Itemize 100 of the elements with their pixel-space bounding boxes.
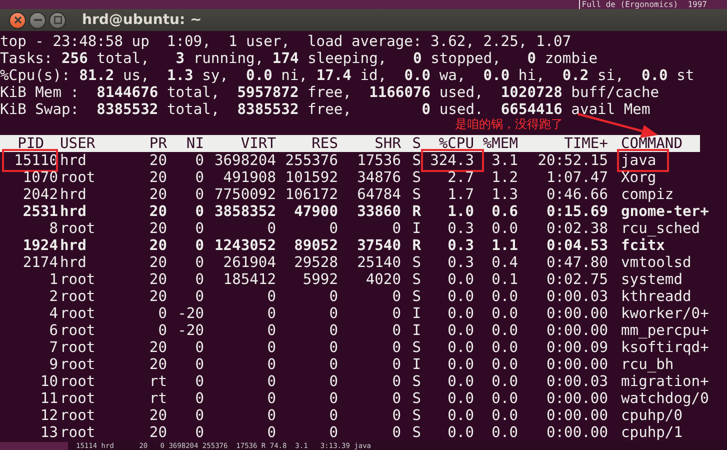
table-cell: 20 bbox=[149, 356, 167, 373]
column-header[interactable]: USER bbox=[60, 135, 96, 152]
table-cell: S bbox=[412, 186, 421, 203]
table-cell: 0.3 bbox=[448, 237, 474, 254]
summary-line: KiB Mem : 8144676 total, 5957872 free, 1166076 used, 1020728 buff/cache bbox=[0, 84, 660, 101]
table-cell: 0 bbox=[195, 186, 204, 203]
table-cell: 0 bbox=[158, 322, 167, 339]
table-cell: cpuhp/1 bbox=[621, 424, 683, 441]
table-cell: 89052 bbox=[294, 237, 338, 254]
table-cell: 0:00.00 bbox=[546, 424, 608, 441]
table-cell: root bbox=[60, 271, 96, 288]
table-cell: 0:46.66 bbox=[546, 186, 608, 203]
table-cell: 0 bbox=[267, 356, 276, 373]
column-header[interactable]: PID bbox=[18, 135, 44, 152]
table-cell: R bbox=[412, 203, 421, 220]
table-cell: root bbox=[60, 169, 96, 186]
table-cell: 0 bbox=[195, 390, 204, 407]
minimize-button[interactable] bbox=[29, 12, 46, 28]
column-header[interactable]: PR bbox=[149, 135, 167, 152]
table-cell: 0 bbox=[329, 373, 338, 390]
table-cell: rcu_bh bbox=[621, 356, 674, 373]
column-header[interactable]: S bbox=[412, 135, 421, 152]
table-cell: 6 bbox=[49, 322, 58, 339]
table-cell: 0:04.53 bbox=[546, 237, 608, 254]
table-cell: 5992 bbox=[302, 271, 338, 288]
table-cell: 20 bbox=[149, 254, 167, 271]
table-cell: 0 bbox=[195, 339, 204, 356]
table-cell: 0:00.00 bbox=[546, 390, 608, 407]
column-header[interactable]: SHR bbox=[374, 135, 401, 152]
table-cell: 64784 bbox=[357, 186, 401, 203]
table-cell: 0 bbox=[267, 288, 276, 305]
table-cell: 0.0 bbox=[448, 424, 474, 441]
table-cell: 2174 bbox=[22, 254, 58, 271]
table-cell: 20 bbox=[149, 169, 167, 186]
table-cell: 101592 bbox=[285, 169, 338, 186]
table-cell: 1 bbox=[49, 271, 58, 288]
table-cell: 106172 bbox=[285, 186, 338, 203]
table-cell: S bbox=[412, 339, 421, 356]
table-cell: root bbox=[60, 407, 96, 424]
table-cell: root bbox=[60, 390, 96, 407]
table-cell: 0 bbox=[392, 322, 401, 339]
table-cell: 0:00.00 bbox=[546, 322, 608, 339]
table-cell: 324.3 bbox=[430, 152, 474, 169]
table-cell: 20 bbox=[149, 271, 167, 288]
table-cell: root bbox=[60, 220, 96, 237]
column-header[interactable]: TIME+ bbox=[564, 135, 608, 152]
table-cell: 2.7 bbox=[448, 169, 474, 186]
table-cell: 3.1 bbox=[492, 152, 518, 169]
close-button[interactable] bbox=[9, 12, 26, 28]
table-cell: 0 bbox=[267, 305, 276, 322]
table-cell: 1070 bbox=[22, 169, 58, 186]
table-cell: 0:02.38 bbox=[546, 220, 608, 237]
column-header[interactable]: %MEM bbox=[482, 135, 518, 152]
table-cell: S bbox=[412, 254, 421, 271]
table-cell: 20 bbox=[149, 186, 167, 203]
table-cell: I bbox=[412, 305, 421, 322]
table-cell: 8 bbox=[49, 220, 58, 237]
table-cell: hrd bbox=[60, 254, 86, 271]
table-cell: 0.4 bbox=[492, 254, 518, 271]
table-cell: 0 bbox=[267, 373, 276, 390]
table-cell: 7750092 bbox=[214, 186, 276, 203]
table-cell: 0 bbox=[329, 356, 338, 373]
table-cell: 0.0 bbox=[448, 322, 474, 339]
table-cell: 0.0 bbox=[448, 305, 474, 322]
table-cell: 0:47.80 bbox=[546, 254, 608, 271]
maximize-button[interactable] bbox=[49, 12, 66, 28]
table-cell: 17536 bbox=[357, 152, 401, 169]
table-cell: 20 bbox=[149, 237, 167, 254]
table-cell: 0.0 bbox=[448, 373, 474, 390]
table-cell: kworker/0+ bbox=[621, 305, 709, 322]
table-cell: 0:00.00 bbox=[546, 305, 608, 322]
table-cell: 0.0 bbox=[492, 220, 518, 237]
column-header[interactable]: NI bbox=[186, 135, 204, 152]
table-cell: hrd bbox=[60, 152, 86, 169]
desktop-strip bbox=[0, 442, 68, 450]
table-cell: S bbox=[412, 390, 421, 407]
table-cell: 0:02.75 bbox=[546, 271, 608, 288]
table-cell: 0 bbox=[329, 322, 338, 339]
column-header[interactable]: VIRT bbox=[240, 135, 276, 152]
table-cell: 0.0 bbox=[492, 390, 518, 407]
table-cell: I bbox=[412, 220, 421, 237]
table-cell: 2531 bbox=[22, 203, 58, 220]
table-cell: 0 bbox=[195, 356, 204, 373]
minimize-icon bbox=[34, 19, 42, 21]
table-cell: root bbox=[60, 322, 96, 339]
table-cell: 0 bbox=[392, 288, 401, 305]
column-header[interactable]: RES bbox=[312, 135, 338, 152]
table-cell: 0 bbox=[329, 424, 338, 441]
table-cell: 0.0 bbox=[448, 390, 474, 407]
table-cell: cpuhp/0 bbox=[621, 407, 683, 424]
table-cell: 491908 bbox=[223, 169, 276, 186]
table-cell: 0.3 bbox=[448, 220, 474, 237]
column-header[interactable]: %CPU bbox=[438, 135, 474, 152]
column-header[interactable]: COMMAND bbox=[621, 135, 683, 152]
table-cell: 1924 bbox=[22, 237, 58, 254]
table-cell: 0 bbox=[329, 407, 338, 424]
table-cell: 0 bbox=[195, 271, 204, 288]
table-cell: 20 bbox=[149, 424, 167, 441]
table-cell: 1.1 bbox=[492, 237, 518, 254]
table-cell: root bbox=[60, 305, 96, 322]
